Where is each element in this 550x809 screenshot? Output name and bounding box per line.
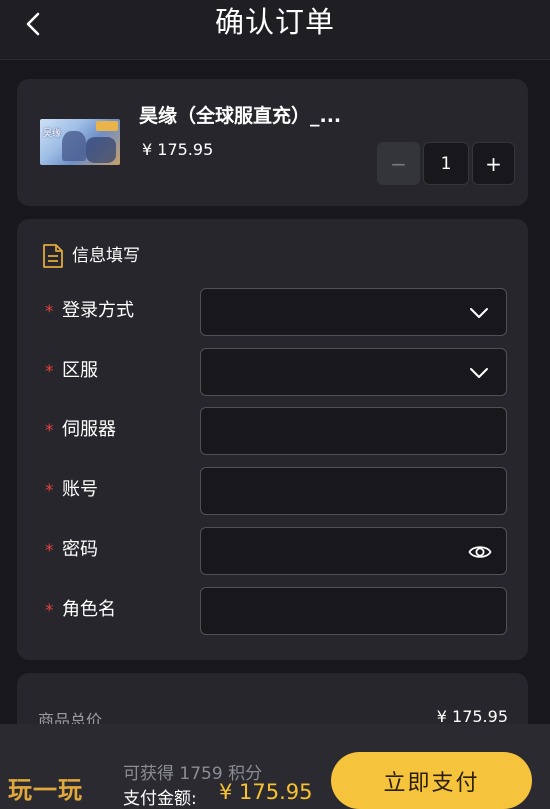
chevron-down-icon — [470, 368, 488, 378]
pay-amount-value: ¥ 175.95 — [219, 780, 313, 804]
required-mark: * — [45, 481, 54, 501]
field-row-server: * 伺服器 — [17, 407, 528, 455]
product-price: ¥ 175.95 — [142, 140, 214, 159]
quantity-stepper: − 1 + — [377, 142, 515, 185]
login-method-select[interactable] — [200, 288, 507, 336]
brand-logo: 玩一玩 — [8, 775, 83, 804]
thumbnail-logo-text: 昊缘 — [43, 129, 62, 139]
product-thumbnail[interactable]: 昊缘 — [40, 119, 120, 165]
chevron-down-icon — [470, 308, 488, 318]
header: 确认订单 — [0, 0, 550, 60]
account-label: 账号 — [62, 479, 98, 500]
product-card: 昊缘 昊缘（全球服直充）_... ¥ 175.95 − 1 + — [17, 79, 528, 206]
field-row-login-method: * 登录方式 — [17, 288, 528, 336]
required-mark: * — [45, 421, 54, 441]
field-row-character-name: * 角色名 — [17, 587, 528, 635]
required-mark: * — [45, 362, 54, 382]
server-label: 伺服器 — [62, 419, 116, 440]
field-row-password: * 密码 — [17, 527, 528, 575]
login-method-label: 登录方式 — [62, 300, 134, 321]
info-form-card: 信息填写 * 登录方式 * 区服 * 伺服器 * 账号 * 密码 * 角色名 — [17, 219, 528, 660]
decrease-quantity-button[interactable]: − — [377, 142, 420, 185]
quantity-value[interactable]: 1 — [423, 142, 469, 185]
required-mark: * — [45, 601, 54, 621]
required-mark: * — [45, 302, 54, 322]
region-select[interactable] — [200, 348, 507, 396]
product-name: 昊缘（全球服直充）_... — [139, 105, 342, 127]
document-icon — [43, 244, 63, 268]
region-label: 区服 — [62, 360, 98, 381]
page-title: 确认订单 — [214, 5, 335, 39]
required-mark: * — [45, 541, 54, 561]
form-title: 信息填写 — [72, 246, 140, 266]
field-row-account: * 账号 — [17, 467, 528, 515]
account-input[interactable] — [200, 467, 507, 515]
password-label: 密码 — [62, 539, 98, 560]
eye-icon[interactable] — [468, 540, 492, 564]
character-name-input[interactable] — [200, 587, 507, 635]
password-input[interactable] — [200, 527, 507, 575]
increase-quantity-button[interactable]: + — [472, 142, 515, 185]
checkout-bar: 玩一玩 可获得 1759 积分 支付金额: ¥ 175.95 立即支付 — [0, 724, 550, 809]
character-name-label: 角色名 — [62, 599, 116, 620]
pay-now-button[interactable]: 立即支付 — [331, 752, 532, 809]
field-row-region: * 区服 — [17, 348, 528, 396]
order-confirm-page: 确认订单 昊缘 昊缘（全球服直充）_... ¥ 175.95 − 1 + 信息填… — [0, 0, 550, 809]
server-input[interactable] — [200, 407, 507, 455]
pay-amount-label: 支付金额: — [123, 789, 197, 809]
